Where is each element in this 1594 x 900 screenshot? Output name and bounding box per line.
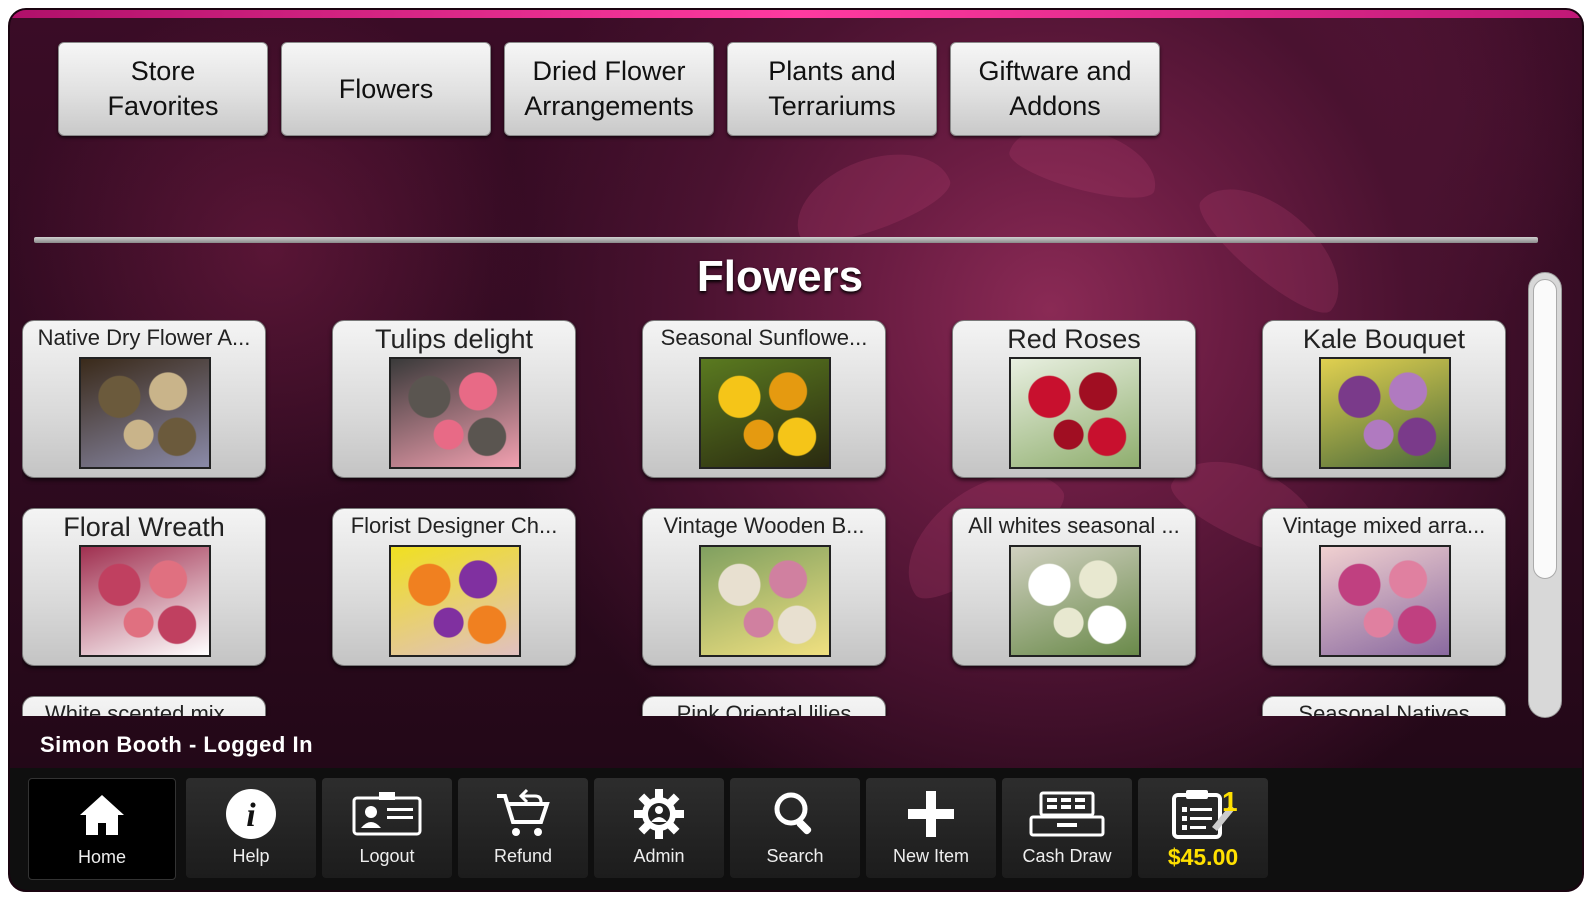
search-icon bbox=[770, 786, 820, 842]
florist-designer-image bbox=[389, 545, 521, 657]
bottom-toolbar: Home i Help Logout Refund Admin Search N… bbox=[10, 768, 1582, 890]
gear-icon bbox=[632, 786, 686, 842]
product-name: All whites seasonal ... bbox=[968, 513, 1180, 538]
product-name: Seasonal Natives bbox=[1298, 701, 1470, 716]
home-button[interactable]: Home bbox=[28, 778, 176, 880]
help-label: Help bbox=[232, 846, 270, 866]
product-card[interactable]: Vintage Wooden B... bbox=[642, 508, 886, 666]
product-name: Floral Wreath bbox=[63, 512, 225, 542]
home-label: Home bbox=[77, 847, 126, 867]
top-accent-bar bbox=[10, 10, 1582, 18]
product-card[interactable]: Seasonal Natives bbox=[1262, 696, 1506, 716]
search-label: Search bbox=[766, 846, 824, 866]
product-card[interactable]: Red Roses bbox=[952, 320, 1196, 478]
logout-label: Logout bbox=[359, 846, 415, 866]
product-card[interactable]: Seasonal Sunflowe... bbox=[642, 320, 886, 478]
product-name: Florist Designer Ch... bbox=[350, 513, 558, 538]
svg-text:i: i bbox=[246, 797, 256, 834]
category-store-favorites-button[interactable]: Store Favorites bbox=[58, 42, 268, 136]
product-name: Vintage Wooden B... bbox=[663, 513, 865, 538]
category-flowers-button[interactable]: Flowers bbox=[281, 42, 491, 136]
product-grid[interactable]: Native Dry Flower A... Tulips delight Seas… bbox=[22, 320, 1514, 716]
help-button[interactable]: i Help bbox=[186, 778, 316, 878]
category-giftware-and-addons-button[interactable]: Giftware and Addons bbox=[950, 42, 1160, 136]
cart-count-badge: 1 bbox=[1222, 786, 1238, 817]
product-card[interactable]: Tulips delight bbox=[332, 320, 576, 478]
kale-bouquet-image bbox=[1319, 357, 1451, 469]
new-item-label: New Item bbox=[892, 846, 970, 866]
plus-icon bbox=[905, 786, 957, 842]
product-name: Native Dry Flower A... bbox=[37, 325, 251, 350]
admin-button[interactable]: Admin bbox=[594, 778, 724, 878]
product-name: Kale Bouquet bbox=[1302, 324, 1466, 354]
category-dried-flower-arrangements-button[interactable]: Dried Flower Arrangements bbox=[504, 42, 714, 136]
product-card[interactable]: Floral Wreath bbox=[22, 508, 266, 666]
vintage-mixed-image bbox=[1319, 545, 1451, 657]
category-label: Giftware and Addons bbox=[978, 56, 1132, 121]
refund-label: Refund bbox=[493, 846, 553, 866]
category-label: Flowers bbox=[338, 73, 434, 104]
product-card[interactable]: Florist Designer Ch... bbox=[332, 508, 576, 666]
cash-draw-button[interactable]: Cash Draw bbox=[1002, 778, 1132, 878]
vintage-wooden-image bbox=[699, 545, 831, 657]
logout-button[interactable]: Logout bbox=[322, 778, 452, 878]
cash-draw-label: Cash Draw bbox=[1022, 846, 1112, 866]
product-card[interactable]: All whites seasonal ... bbox=[952, 508, 1196, 666]
search-button[interactable]: Search bbox=[730, 778, 860, 878]
refund-cart-icon bbox=[493, 786, 553, 842]
scrollbar[interactable] bbox=[1528, 272, 1562, 718]
section-title: Flowers bbox=[696, 252, 864, 301]
red-roses-image bbox=[1009, 357, 1141, 469]
product-card[interactable]: Kale Bouquet bbox=[1262, 320, 1506, 478]
category-label: Store Favorites bbox=[107, 56, 219, 121]
id-card-icon bbox=[351, 786, 423, 842]
product-name: Tulips delight bbox=[374, 324, 534, 354]
scrollbar-thumb[interactable] bbox=[1533, 279, 1557, 579]
product-name: White scented mix... bbox=[44, 701, 244, 716]
cash-register-icon bbox=[1027, 786, 1107, 842]
product-card[interactable]: Native Dry Flower A... bbox=[22, 320, 266, 478]
admin-label: Admin bbox=[633, 846, 685, 866]
info-icon: i bbox=[223, 786, 279, 842]
refund-button[interactable]: Refund bbox=[458, 778, 588, 878]
product-card[interactable]: Pink Oriental lilies bbox=[642, 696, 886, 716]
product-card[interactable]: Vintage mixed arra... bbox=[1262, 508, 1506, 666]
user-status: Simon Booth - Logged In bbox=[40, 732, 314, 757]
tulips-image bbox=[389, 357, 521, 469]
product-name: Vintage mixed arra... bbox=[1282, 513, 1486, 538]
home-icon bbox=[77, 787, 127, 843]
category-label: Dried Flower Arrangements bbox=[524, 56, 694, 121]
sunflowers-image bbox=[699, 357, 831, 469]
category-bar: Store Favorites Flowers Dried Flower Arr… bbox=[58, 42, 1160, 136]
cart-button[interactable]: 1 $45.00 bbox=[1138, 778, 1268, 878]
divider bbox=[34, 237, 1538, 243]
product-name: Pink Oriental lilies bbox=[676, 701, 852, 716]
all-whites-image bbox=[1009, 545, 1141, 657]
product-card[interactable]: White scented mix... bbox=[22, 696, 266, 716]
dried-flowers-image bbox=[79, 357, 211, 469]
app-frame: Store Favorites Flowers Dried Flower Arr… bbox=[8, 8, 1584, 892]
background-petal bbox=[1187, 163, 1363, 327]
floral-wreath-image bbox=[79, 545, 211, 657]
category-plants-and-terrariums-button[interactable]: Plants and Terrariums bbox=[727, 42, 937, 136]
new-item-button[interactable]: New Item bbox=[866, 778, 996, 878]
product-name: Seasonal Sunflowe... bbox=[660, 325, 868, 350]
cart-total: $45.00 bbox=[1167, 844, 1239, 870]
category-label: Plants and Terrariums bbox=[768, 56, 896, 121]
product-name: Red Roses bbox=[1007, 324, 1141, 354]
